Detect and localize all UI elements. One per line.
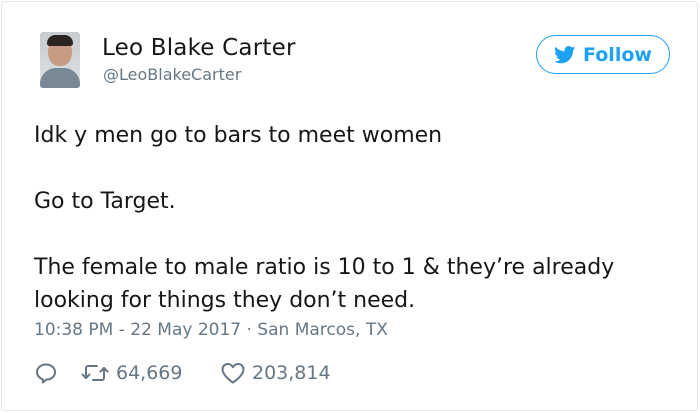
tweet-actions: 64,669 203,814: [34, 356, 331, 390]
heart-icon: [221, 363, 245, 384]
avatar-shirt: [40, 68, 80, 88]
twitter-bird-icon: [554, 45, 576, 63]
author-handle[interactable]: @LeoBlakeCarter: [103, 65, 241, 84]
follow-button-label: Follow: [583, 43, 652, 66]
retweet-count: 64,669: [116, 362, 183, 384]
reply-button[interactable]: [34, 361, 80, 385]
tweet-timestamp-location[interactable]: 10:38 PM - 22 May 2017 · San Marcos, TX: [34, 320, 388, 340]
author-name[interactable]: Leo Blake Carter: [102, 35, 296, 61]
tweet-paragraph: The female to male ratio is 10 to 1 & th…: [34, 255, 615, 313]
retweet-button[interactable]: 64,669: [80, 361, 220, 385]
reply-icon: [36, 363, 56, 384]
like-button[interactable]: 203,814: [220, 361, 331, 385]
follow-button[interactable]: Follow: [536, 35, 670, 74]
tweet-paragraph: Go to Target.: [34, 189, 176, 214]
tweet-paragraph: Idk y men go to bars to meet women: [34, 123, 443, 148]
avatar-hair: [47, 35, 73, 46]
tweet-card: Leo Blake Carter @LeoBlakeCarter Follow …: [1, 1, 698, 411]
tweet-text: Idk y men go to bars to meet women Go to…: [34, 119, 684, 317]
like-count: 203,814: [252, 362, 331, 384]
avatar[interactable]: [40, 32, 80, 88]
retweet-icon: [81, 365, 109, 381]
